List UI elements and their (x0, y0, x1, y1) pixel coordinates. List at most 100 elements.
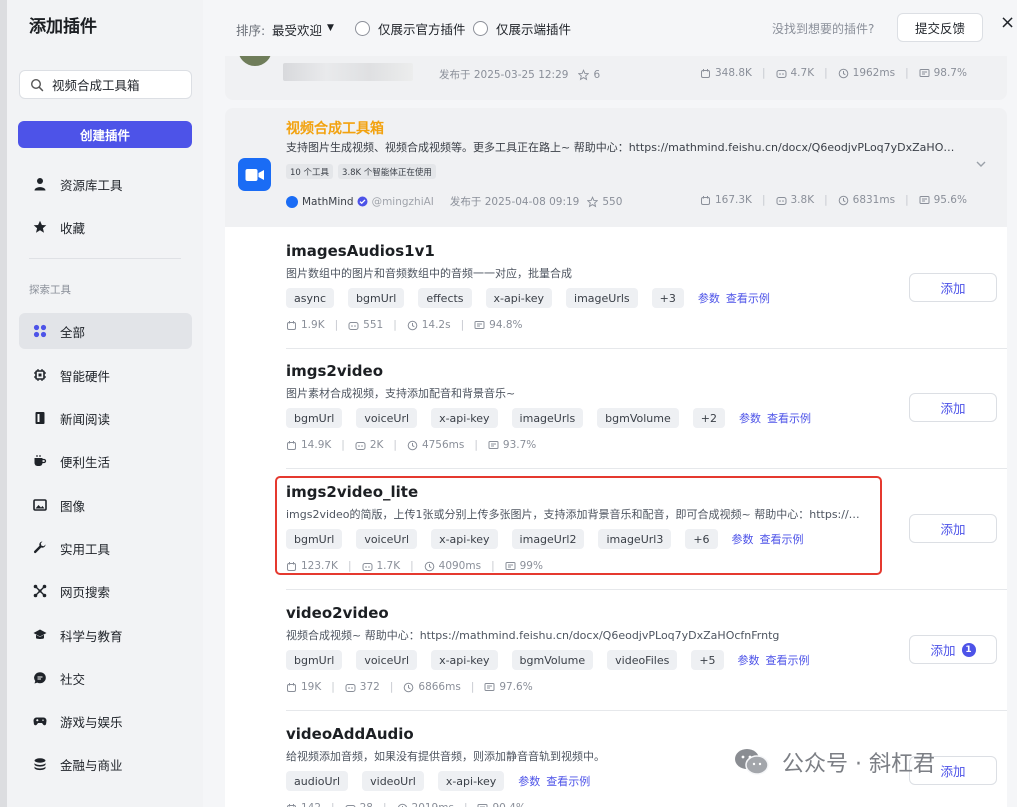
client-only-radio[interactable]: 仅展示端插件 (473, 19, 571, 38)
featured-plugin-title[interactable]: 视频合成工具箱 (286, 118, 384, 138)
add-tool-button[interactable]: 添加 1 (909, 635, 997, 664)
star-count: 6 (578, 69, 600, 81)
add-tool-button[interactable]: 添加 (909, 273, 997, 302)
author-name[interactable]: MathMind (302, 196, 354, 208)
author-handle: @mingzhiAI (371, 195, 434, 208)
param-tag: x-api-key (431, 408, 498, 428)
bot-icon (776, 68, 787, 79)
param-tags: bgmUrl voiceUrl x-api-key imageUrls bgmVolum… (286, 408, 817, 428)
stat-latency: 6866ms (403, 681, 461, 693)
sidebar-item-label: 资源库工具 (60, 177, 123, 193)
tool-name: video2video (286, 604, 389, 622)
create-plugin-button[interactable]: 创建插件 (18, 121, 192, 148)
tool-name: videoAddAudio (286, 725, 414, 743)
close-icon[interactable]: × (1000, 12, 1015, 33)
notification-badge: 1 (961, 642, 976, 657)
stat-latency: 2019ms (397, 802, 454, 807)
plugin-card-previous[interactable]: 发布于 2025-03-25 12:29 6 348.8K | 4.7K | 1… (225, 48, 1007, 100)
param-tags: bgmUrl voiceUrl x-api-key bgmVolume videoFil… (286, 650, 816, 670)
add-tool-button[interactable]: 添加 (909, 393, 997, 422)
stat-bots: 28 (345, 802, 373, 807)
tool-description: 图片素材合成视频，支持添加配音和背景音乐~ (286, 387, 516, 400)
sidebar-item-news-reading[interactable]: 新闻阅读 (19, 400, 192, 436)
usage-icon (286, 320, 297, 331)
sidebar-item-social[interactable]: 社交 (19, 660, 192, 696)
stat-latency: 14.2s (407, 319, 451, 331)
stat-usage: 142 (286, 802, 321, 807)
image-icon (32, 497, 48, 513)
sidebar-item-image[interactable]: 图像 (19, 487, 192, 523)
row-divider (286, 710, 1007, 711)
sidebar-item-web-search[interactable]: 网页搜索 (19, 573, 192, 609)
bot-icon (345, 803, 356, 807)
sidebar-item-favorites[interactable]: 收藏 (19, 209, 192, 245)
tool-name: imagesAudios1v1 (286, 242, 435, 260)
message-icon (477, 803, 488, 807)
star-count: 550 (587, 196, 622, 208)
sort-dropdown[interactable]: 最受欢迎 (272, 20, 322, 39)
sidebar-item-games-entertainment[interactable]: 游戏与娱乐 (19, 703, 192, 739)
params-link[interactable]: 参数 (739, 410, 761, 426)
param-tag: videoFiles (607, 650, 678, 670)
publish-date: 发布于 2025-04-08 09:19 (449, 196, 580, 208)
official-only-radio[interactable]: 仅展示官方插件 (355, 19, 466, 38)
tool-description: 给视频添加音频，如果没有提供音频，则添加静音音轨到视频中。 (286, 750, 605, 763)
chevron-down-icon[interactable] (974, 156, 988, 175)
usage-icon (286, 803, 297, 807)
bot-icon (348, 320, 359, 331)
book-icon (32, 410, 48, 426)
view-example-link[interactable]: 查看示例 (767, 410, 811, 426)
sidebar-item-label: 新闻阅读 (60, 411, 111, 427)
view-example-link[interactable]: 查看示例 (766, 652, 810, 668)
param-tag: bgmUrl (286, 408, 343, 428)
sidebar-item-label: 实用工具 (60, 541, 111, 557)
param-tag: imageUrls (511, 408, 584, 428)
sidebar-item-all[interactable]: 全部 (19, 313, 192, 349)
sidebar-item-utility-tools[interactable]: 实用工具 (19, 530, 192, 566)
bot-icon (355, 440, 366, 451)
stat-bots: 372 (345, 681, 380, 693)
agent-count-badge: 3.8K 个智能体正在使用 (338, 164, 436, 179)
sidebar-item-smart-hardware[interactable]: 智能硬件 (19, 357, 192, 393)
param-tag: imageUrls (566, 288, 638, 308)
stat-success: 94.8% (474, 319, 523, 331)
message-icon (488, 440, 499, 451)
params-link[interactable]: 参数 (698, 290, 720, 306)
video-camera-icon (238, 158, 271, 191)
graduation-icon (32, 627, 48, 643)
params-link[interactable]: 参数 (738, 652, 760, 668)
radio-circle[interactable] (473, 21, 488, 36)
plugin-card-featured[interactable]: 视频合成工具箱 支持图片生成视频、视频合成视频等。更多工具正在路上~ 帮助中心：… (225, 108, 1007, 227)
feedback-button[interactable]: 提交反馈 (897, 13, 983, 42)
message-icon (919, 68, 930, 79)
clock-icon (407, 440, 418, 451)
param-tag: +3 (651, 288, 684, 308)
param-tag: async (286, 288, 335, 308)
sort-label: 排序: (236, 23, 266, 38)
stat-usage: 348.8K (700, 67, 752, 79)
sidebar-item-convenient-life[interactable]: 便利生活 (19, 443, 192, 479)
search-input[interactable]: 视频合成工具箱 (19, 70, 192, 99)
stat-latency: 1962ms (838, 67, 895, 79)
radio-circle[interactable] (355, 21, 370, 36)
view-example-link[interactable]: 查看示例 (546, 773, 590, 789)
stat-success: 95.6% (919, 194, 967, 206)
stat-usage: 19K (286, 681, 321, 693)
caret-down-icon[interactable]: ▼ (327, 23, 334, 33)
sidebar-item-label: 游戏与娱乐 (60, 714, 123, 730)
publish-date: 发布于 2025-03-25 12:29 (439, 69, 569, 81)
usage-icon (286, 440, 297, 451)
stat-usage: 14.9K (286, 439, 331, 451)
params-link[interactable]: 参数 (518, 773, 540, 789)
add-tool-button[interactable]: 添加 (909, 514, 997, 543)
sidebar-item-resource-library[interactable]: 资源库工具 (19, 166, 192, 202)
view-example-link[interactable]: 查看示例 (726, 290, 770, 306)
sidebar-item-science-education[interactable]: 科学与教育 (19, 617, 192, 653)
tool-stats: 142|28|2019ms|90.4% (286, 802, 526, 807)
stat-usage: 1.9K (286, 319, 325, 331)
sidebar-item-finance-business[interactable]: 金融与商业 (19, 746, 192, 782)
param-tags: audioUrl videoUrl x-api-key 参数 查看示例 (286, 771, 596, 791)
stat-bots: 551 (348, 319, 383, 331)
highlight-box (275, 476, 882, 575)
user-icon (32, 176, 48, 192)
